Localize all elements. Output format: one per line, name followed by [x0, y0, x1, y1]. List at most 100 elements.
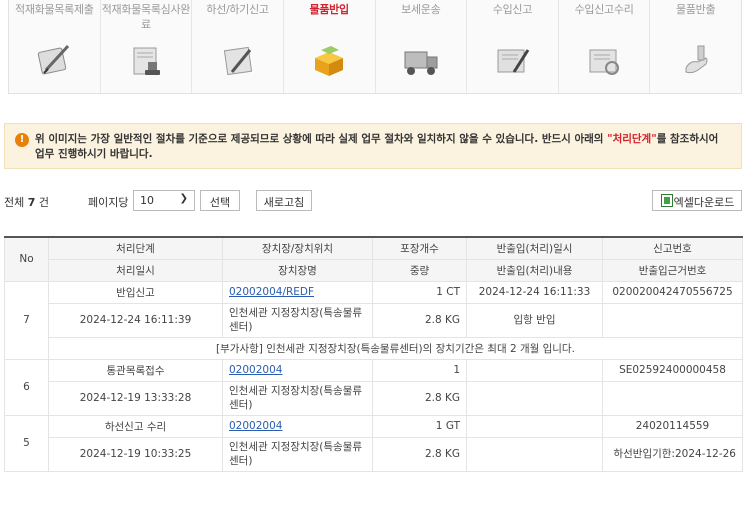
step-bonded-transport: 보세운송 — [376, 0, 468, 93]
chevron-down-icon: ❯ — [179, 193, 188, 204]
excel-download-button[interactable]: 엑셀다운로드 — [652, 190, 742, 211]
manifest-pen-icon — [26, 40, 82, 80]
packages: 1 — [372, 358, 467, 382]
step-manifest-submit: 적재화물목록제출 — [9, 0, 101, 93]
perpage-select[interactable]: 10 ❯ — [133, 190, 195, 211]
process-steps: 적재화물목록제출 적재화물목록심사완료 하선/하기신고 물품반입 보세운송 수입… — [8, 0, 742, 94]
table-row: 6 통관목록접수 02002004 1 SE02592400000458 — [4, 358, 743, 416]
warning-icon: ! — [15, 133, 29, 147]
weight: 2.8 KG — [372, 380, 467, 416]
step-unloading-report: 하선/하기신고 — [192, 0, 284, 93]
inout-content — [466, 380, 603, 416]
table-row: 2024-12-19 10:33:25 인천세관 지정장치장(특송물류센터) 2… — [5, 436, 743, 472]
select-button[interactable]: 선택 — [200, 190, 240, 211]
location-link[interactable]: 02002004 — [229, 420, 282, 432]
total-number: 7 — [27, 196, 36, 209]
col-processed-at: 처리일시 — [48, 258, 223, 282]
inout-datetime — [466, 358, 603, 382]
packages: 1 GT — [372, 414, 467, 438]
approval-document-icon — [576, 40, 632, 80]
col-inout-content: 반출입(처리)내용 — [466, 258, 603, 282]
list-toolbar: 전체 7 건 페이지당 10 ❯ 선택 새로고침 엑셀다운로드 — [4, 190, 742, 212]
total-count: 전체 7 건 — [4, 194, 49, 210]
step-label: 적재화물목록제출 — [15, 3, 94, 16]
warehouse-name: 인천세관 지정장치장(특송물류센터) — [222, 380, 373, 416]
total-suffix: 건 — [38, 196, 50, 209]
declaration-pen-icon — [484, 40, 540, 80]
stamp-document-icon — [118, 40, 174, 80]
step-label: 적재화물목록심사완료 — [101, 3, 191, 31]
row-no: 5 — [4, 414, 49, 472]
table-row: 7 반입신고 02002004/REDF 1 CT 2024-12-24 16:… — [4, 280, 743, 360]
inout-datetime — [466, 414, 603, 438]
weight: 2.8 KG — [372, 436, 467, 472]
col-warehouse-name: 장치장명 — [222, 258, 373, 282]
location-cell: 02002004/REDF — [222, 280, 373, 304]
warehouse-name: 인천세관 지정장치장(특송물류센터) — [222, 302, 373, 338]
col-basis-no: 반출입근거번호 — [602, 258, 743, 282]
excel-label: 엑셀다운로드 — [673, 196, 735, 209]
note-text: [부가사항] 인천세관 지정장치장(특송물류센터)의 장치기간은 최대 2 개월… — [48, 336, 743, 360]
release-hand-icon — [668, 40, 724, 80]
col-no: No — [4, 236, 49, 282]
boxes-icon — [301, 40, 357, 80]
col-location: 장치장/장치위치 — [222, 236, 373, 260]
perpage-label: 페이지당 — [88, 196, 129, 209]
stage: 하선신고 수리 — [48, 414, 223, 438]
header-row-1: No 처리단계 장치장/장치위치 포장개수 반출입(처리)일시 신고번호 — [4, 236, 743, 282]
step-import-approval: 수입신고수리 — [559, 0, 651, 93]
location-cell: 02002004 — [222, 358, 373, 382]
stage: 통관목록접수 — [48, 358, 223, 382]
step-goods-inbound: 물품반입 — [284, 0, 376, 93]
basis-no: 하선반입기한:2024-12-26 — [602, 436, 743, 472]
col-packages: 포장개수 — [372, 236, 467, 260]
col-weight: 중량 — [372, 258, 467, 282]
inout-datetime: 2024-12-24 16:11:33 — [466, 280, 603, 304]
declaration-no: SE02592400000458 — [602, 358, 743, 382]
basis-no — [602, 302, 743, 338]
perpage-value: 10 — [140, 194, 154, 207]
step-label: 하선/하기신고 — [206, 3, 269, 16]
col-stage: 처리단계 — [48, 236, 223, 260]
step-goods-release: 물품반출 — [650, 0, 741, 93]
table-row: 5 하선신고 수리 02002004 1 GT 24020114559 — [4, 414, 743, 472]
header-row-2: 처리일시 장치장명 중량 반출입(처리)내용 반출입근거번호 — [5, 258, 743, 282]
step-import-declaration: 수입신고 — [467, 0, 559, 93]
declaration-no: 020020042470556725 — [602, 280, 743, 304]
row-no: 7 — [4, 280, 49, 360]
packages: 1 CT — [372, 280, 467, 304]
step-label: 수입신고수리 — [574, 3, 634, 16]
processed-at: 2024-12-19 13:33:28 — [48, 380, 223, 416]
notice-banner: ! 위 이미지는 가장 일반적인 절차를 기준으로 제공되므로 상황에 따라 실… — [4, 123, 742, 169]
processed-at: 2024-12-24 16:11:39 — [48, 302, 223, 338]
basis-no — [602, 380, 743, 416]
location-link[interactable]: 02002004 — [229, 364, 282, 376]
notice-text: 위 이미지는 가장 일반적인 절차를 기준으로 제공되므로 상황에 따라 실제 … — [35, 133, 608, 145]
refresh-button[interactable]: 새로고침 — [256, 190, 312, 211]
row-no: 6 — [4, 358, 49, 416]
processed-at: 2024-12-19 10:33:25 — [48, 436, 223, 472]
step-label: 물품반입 — [309, 3, 350, 16]
inout-content: 입항 반입 — [466, 302, 603, 338]
col-declaration-no: 신고번호 — [602, 236, 743, 260]
location-link[interactable]: 02002004/REDF — [229, 286, 314, 298]
step-label: 보세운송 — [401, 3, 441, 16]
process-table: No 처리단계 장치장/장치위치 포장개수 반출입(처리)일시 신고번호 처리일… — [4, 236, 743, 472]
step-label: 물품반출 — [676, 3, 716, 16]
location-cell: 02002004 — [222, 414, 373, 438]
stage: 반입신고 — [48, 280, 223, 304]
notice-highlight: "처리단계" — [607, 133, 657, 145]
table-row: 2024-12-24 16:11:39 인천세관 지정장치장(특송물류센터) 2… — [5, 302, 743, 338]
table-row-note: [부가사항] 인천세관 지정장치장(특송물류센터)의 장치기간은 최대 2 개월… — [5, 336, 743, 360]
step-label: 수입신고 — [492, 3, 533, 16]
step-manifest-review: 적재화물목록심사완료 — [101, 0, 193, 93]
truck-icon — [393, 40, 449, 80]
warehouse-name: 인천세관 지정장치장(특송물류센터) — [222, 436, 373, 472]
col-inout-datetime: 반출입(처리)일시 — [466, 236, 603, 260]
weight: 2.8 KG — [372, 302, 467, 338]
pen-document-icon — [210, 40, 266, 80]
table-row: 2024-12-19 13:33:28 인천세관 지정장치장(특송물류센터) 2… — [5, 380, 743, 416]
total-prefix: 전체 — [4, 196, 25, 209]
inout-content — [466, 436, 603, 472]
excel-icon — [661, 194, 673, 207]
